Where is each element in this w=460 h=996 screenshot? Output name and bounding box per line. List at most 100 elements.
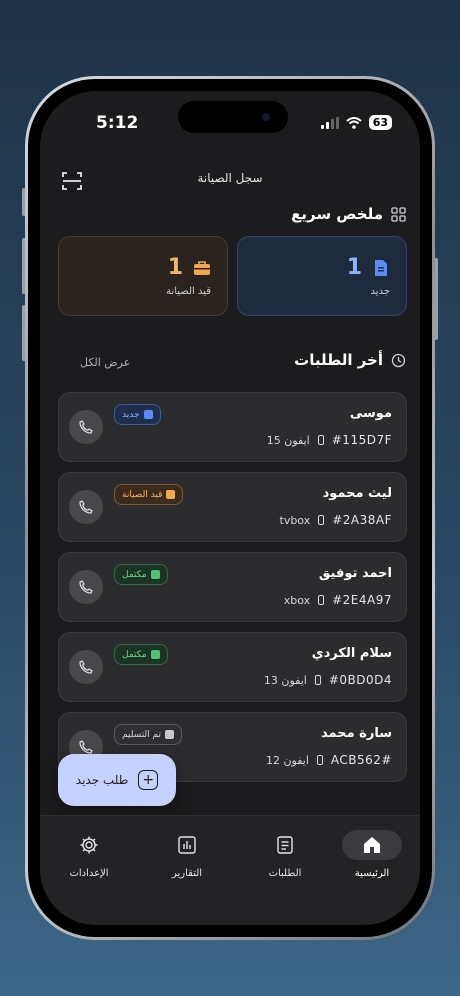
status-badge: مكتمل [114, 644, 168, 665]
status-indicators: 63 [320, 115, 392, 130]
call-button[interactable] [69, 570, 103, 604]
tab-settings-icon-wrap [54, 830, 124, 860]
order-customer-name: موسى [349, 406, 392, 421]
summary-header: ملخص سريع [291, 205, 406, 223]
device-icon [318, 595, 325, 605]
order-device: tvbox [279, 513, 311, 527]
battery-indicator: 63 [368, 115, 392, 130]
grid-icon [391, 206, 406, 222]
order-device: ايفون 15 [266, 433, 310, 447]
tab-home-label: الرئيسية [354, 868, 390, 879]
device-icon [314, 675, 321, 685]
order-meta: #2E4A97 xbox [284, 593, 392, 607]
chart-icon [178, 836, 196, 854]
status-badge: قيد الصيانة [114, 484, 184, 505]
shield-icon [165, 730, 175, 739]
phone-call-icon [79, 420, 93, 434]
device-icon [317, 435, 324, 445]
stat-new-label: جديد [370, 286, 390, 297]
order-code: #2E4A97 [332, 593, 392, 607]
tab-bar: الرئيسية الطلبات التقارير الإعدادات [40, 815, 420, 925]
order-card[interactable]: احمد توفيق #2E4A97 xbox مكتمل [58, 552, 407, 622]
status-badge-label: قيد الصيانة [122, 489, 163, 500]
stat-maintenance-count: 1 [167, 255, 183, 280]
order-card[interactable]: موسى #115D7F ايفون 15 جديد [58, 392, 407, 462]
device-icon [318, 515, 325, 525]
order-meta: ACB562# ايفون 12 [266, 753, 392, 767]
status-time: 5:12 [96, 113, 139, 133]
tab-orders-icon-wrap [250, 830, 320, 860]
status-badge-label: مكتمل [122, 569, 147, 580]
status-badge-label: تم التسليم [122, 729, 162, 740]
stat-card-maintenance[interactable]: 1 قيد الصيانة [58, 236, 228, 316]
call-button[interactable] [69, 650, 103, 684]
order-device: xbox [283, 593, 311, 607]
signal-icon [320, 116, 339, 129]
list-icon [277, 836, 293, 854]
order-device: ايفون 12 [265, 753, 309, 767]
home-icon [364, 837, 380, 853]
order-code: #115D7F [331, 433, 392, 447]
phone-call-icon [79, 660, 93, 674]
phone-call-icon [79, 500, 93, 514]
call-button[interactable] [69, 410, 103, 444]
tab-orders[interactable]: الطلبات [250, 830, 320, 879]
view-all-link[interactable]: عرض الكل [80, 356, 130, 369]
recent-header: أخر الطلبات [294, 351, 406, 369]
order-customer-name: سارة محمد [321, 726, 392, 741]
order-customer-name: سلام الكردي [311, 646, 392, 661]
order-meta: #0BD0D4 ايفون 13 [264, 673, 392, 687]
toolbox-icon [194, 260, 210, 275]
stat-maintenance-label: قيد الصيانة [166, 286, 211, 297]
camera-dot [262, 113, 270, 121]
phone-bezel: 5:12 63 سجل الصيانة ملخص سريع 1 جديد 1 ق… [28, 79, 432, 937]
document-icon [143, 410, 153, 419]
status-badge: جديد [114, 404, 161, 425]
page-title: سجل الصيانة [197, 171, 263, 185]
check-icon [150, 650, 160, 659]
order-code: #0BD0D4 [328, 673, 392, 687]
phone-call-icon [79, 740, 93, 754]
app-screen: 5:12 63 سجل الصيانة ملخص سريع 1 جديد 1 ق… [40, 91, 420, 925]
wifi-icon [346, 116, 362, 129]
order-meta: #2A38AF tvbox [280, 513, 393, 527]
tab-settings[interactable]: الإعدادات [54, 830, 124, 879]
check-icon [150, 570, 160, 579]
tab-reports-label: التقارير [171, 868, 203, 879]
tab-settings-label: الإعدادات [69, 868, 109, 879]
status-badge-label: مكتمل [122, 649, 147, 660]
dynamic-island [178, 101, 288, 133]
orders-list: موسى #115D7F ايفون 15 جديد ليث محمود #2A… [58, 392, 407, 792]
order-device: ايفون 13 [263, 673, 307, 687]
status-badge: مكتمل [114, 564, 168, 585]
tab-reports[interactable]: التقارير [152, 830, 222, 879]
status-badge: تم التسليم [114, 724, 183, 745]
toolbox-icon [166, 490, 176, 499]
call-button[interactable] [69, 490, 103, 524]
status-badge-label: جديد [122, 409, 140, 420]
tab-home-icon-wrap [342, 830, 402, 860]
tab-home[interactable]: الرئيسية [337, 830, 407, 879]
phone-call-icon [79, 580, 93, 594]
order-customer-name: احمد توفيق [318, 566, 392, 581]
order-card[interactable]: سلام الكردي #0BD0D4 ايفون 13 مكتمل [58, 632, 407, 702]
clock-icon [391, 353, 406, 367]
stat-card-new[interactable]: 1 جديد [237, 236, 407, 316]
gear-icon [80, 836, 98, 854]
order-card[interactable]: ليث محمود #2A38AF tvbox قيد الصيانة [58, 472, 407, 542]
phone-frame: 5:12 63 سجل الصيانة ملخص سريع 1 جديد 1 ق… [25, 76, 435, 940]
order-customer-name: ليث محمود [322, 486, 392, 501]
device-icon [316, 755, 323, 765]
summary-title: ملخص سريع [291, 205, 383, 223]
stat-new-count: 1 [346, 255, 362, 280]
new-order-button[interactable]: + طلب جديد [58, 754, 176, 806]
order-code: ACB562# [330, 753, 392, 767]
order-meta: #115D7F ايفون 15 [267, 433, 392, 447]
plus-icon: + [138, 770, 159, 790]
document-icon [375, 259, 387, 276]
tab-reports-icon-wrap [152, 830, 222, 860]
recent-title: أخر الطلبات [294, 351, 383, 369]
order-code: #2A38AF [332, 513, 392, 527]
tab-orders-label: الطلبات [268, 868, 302, 879]
new-order-label: طلب جديد [75, 773, 129, 787]
